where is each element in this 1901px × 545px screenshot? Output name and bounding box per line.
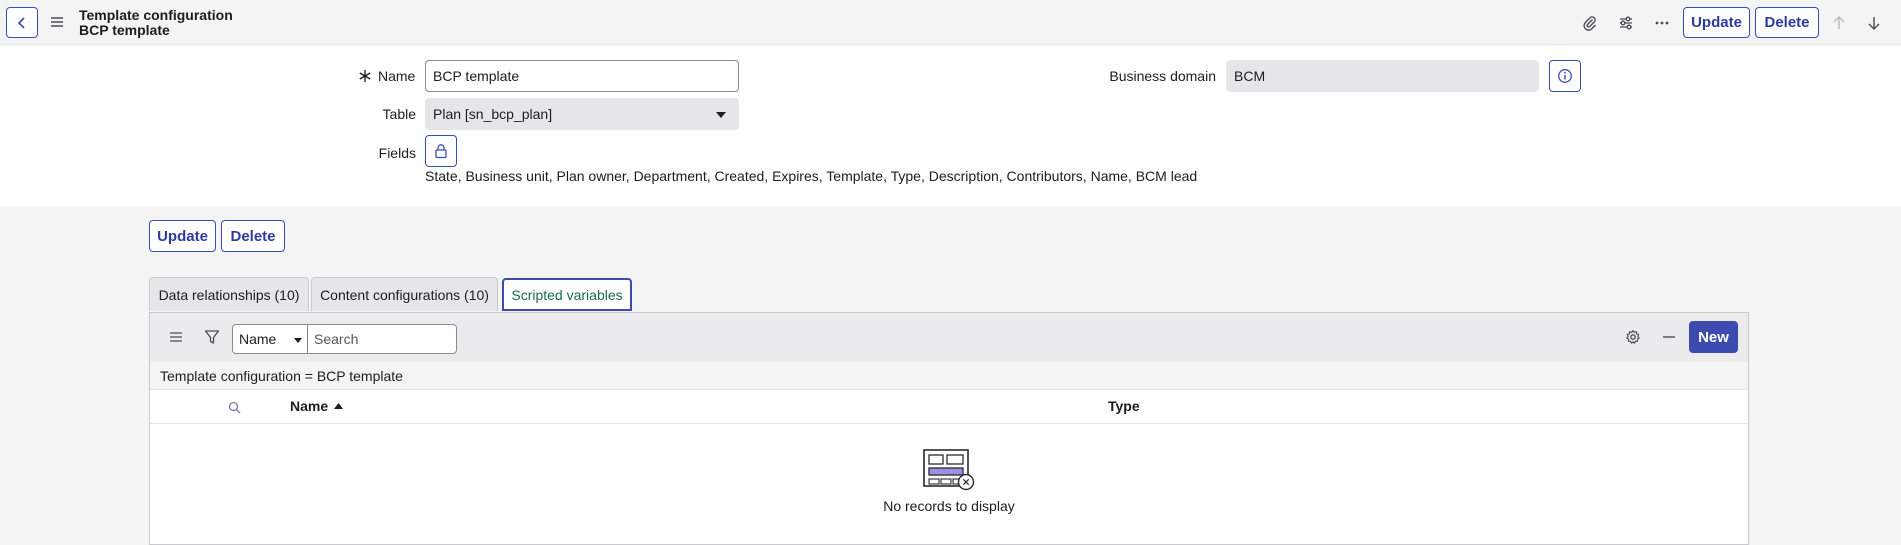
name-field[interactable]: BCP template bbox=[425, 60, 739, 92]
caret-down-icon bbox=[294, 338, 302, 343]
info-icon bbox=[1558, 69, 1572, 83]
previous-record-button[interactable] bbox=[1827, 11, 1851, 35]
record-form: Name BCP template Table Plan [sn_bcp_pla… bbox=[0, 45, 1901, 206]
more-horizontal-icon bbox=[1655, 21, 1669, 25]
search-field-select[interactable]: Name bbox=[232, 324, 308, 354]
page-title: Template configuration BCP template bbox=[79, 8, 233, 38]
page-title-record: BCP template bbox=[79, 22, 170, 38]
sort-ascending-icon bbox=[334, 403, 344, 409]
arrow-up-icon bbox=[1833, 16, 1845, 29]
next-record-button[interactable] bbox=[1862, 11, 1886, 35]
caret-down-icon bbox=[716, 112, 726, 118]
column-search-toggle[interactable] bbox=[226, 399, 242, 415]
table-label: Table bbox=[382, 106, 416, 122]
table-select-value: Plan [sn_bcp_plan] bbox=[433, 106, 553, 122]
search-field-select-value: Name bbox=[239, 331, 277, 347]
tab-data-relationships[interactable]: Data relationships (10) bbox=[149, 277, 309, 311]
chevron-left-icon bbox=[17, 16, 25, 29]
sliders-icon bbox=[1620, 16, 1632, 30]
fields-list-text: State, Business unit, Plan owner, Depart… bbox=[425, 168, 1198, 184]
empty-state: No records to display bbox=[150, 424, 1748, 514]
name-label: Name bbox=[378, 68, 416, 84]
mandatory-icon bbox=[359, 70, 371, 82]
lock-icon bbox=[435, 144, 447, 159]
list-menu-button[interactable] bbox=[166, 327, 186, 347]
business-domain-info-button[interactable] bbox=[1549, 60, 1581, 92]
tab-content-configurations[interactable]: Content configurations (10) bbox=[311, 277, 498, 311]
business-domain-field[interactable]: BCM bbox=[1226, 60, 1539, 92]
form-header: Template configuration BCP template Upda… bbox=[0, 0, 1901, 45]
related-list-panel: Name New Template configuration = BCP te… bbox=[149, 312, 1749, 545]
column-header-name-label: Name bbox=[290, 398, 329, 414]
more-options-button[interactable] bbox=[1650, 11, 1674, 35]
form-update-button[interactable]: Update bbox=[149, 220, 216, 252]
empty-state-text: No records to display bbox=[883, 498, 1015, 514]
no-records-illustration-icon bbox=[923, 449, 975, 491]
minus-icon bbox=[1663, 336, 1675, 338]
page-title-table: Template configuration bbox=[79, 7, 233, 23]
list-settings-button[interactable] bbox=[1623, 327, 1643, 347]
header-update-button[interactable]: Update bbox=[1683, 7, 1750, 38]
header-delete-button[interactable]: Delete bbox=[1755, 7, 1819, 38]
column-header-name[interactable]: Name bbox=[290, 398, 344, 414]
filter-breadcrumb: Template configuration = BCP template bbox=[150, 362, 1748, 390]
tab-scripted-variables[interactable]: Scripted variables bbox=[502, 278, 632, 311]
new-button[interactable]: New bbox=[1689, 321, 1738, 353]
filter-condition-link[interactable]: Template configuration = BCP template bbox=[160, 368, 403, 384]
personalize-form-button[interactable] bbox=[1614, 11, 1638, 35]
hamburger-icon bbox=[51, 17, 63, 27]
context-menu-button[interactable] bbox=[46, 11, 68, 33]
column-header-row: Name Type bbox=[150, 390, 1748, 424]
search-icon bbox=[228, 401, 240, 413]
attachment-button[interactable] bbox=[1578, 11, 1602, 35]
gear-icon bbox=[1626, 329, 1640, 344]
paperclip-icon bbox=[1583, 16, 1597, 31]
filter-icon bbox=[204, 330, 220, 344]
unlock-fields-button[interactable] bbox=[425, 135, 457, 167]
fields-label: Fields bbox=[378, 145, 416, 161]
collapse-list-button[interactable] bbox=[1659, 327, 1679, 347]
table-select[interactable]: Plan [sn_bcp_plan] bbox=[425, 98, 739, 130]
hamburger-icon bbox=[170, 332, 182, 342]
search-input[interactable] bbox=[307, 324, 457, 354]
form-delete-button[interactable]: Delete bbox=[221, 220, 285, 252]
business-domain-label: Business domain bbox=[1109, 68, 1216, 84]
list-toolbar: Name New bbox=[150, 313, 1748, 362]
column-header-type[interactable]: Type bbox=[1108, 398, 1140, 414]
arrow-down-icon bbox=[1868, 17, 1880, 30]
back-button[interactable] bbox=[6, 7, 38, 38]
filter-button[interactable] bbox=[202, 327, 222, 347]
